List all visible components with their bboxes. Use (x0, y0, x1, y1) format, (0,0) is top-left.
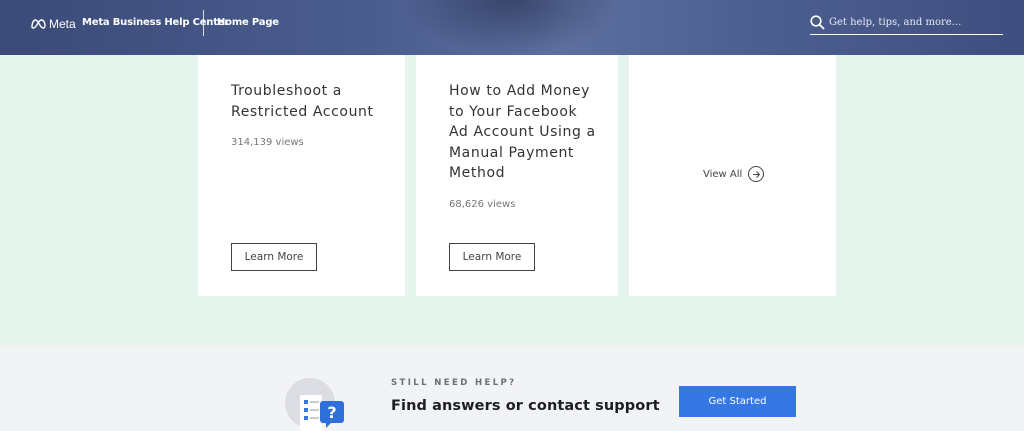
article-views: 68,626 views (449, 199, 516, 210)
learn-more-button[interactable]: Learn More (449, 243, 535, 271)
arrow-right-icon (748, 166, 765, 182)
article-card[interactable]: Troubleshoot a Restricted Account 314,13… (198, 55, 405, 296)
view-all-link[interactable]: View All (703, 166, 765, 182)
search-icon (810, 15, 825, 30)
help-center-title[interactable]: Meta Business Help Center (82, 17, 229, 28)
logo-text: Meta (49, 17, 76, 31)
get-started-button[interactable]: Get Started (679, 386, 796, 417)
view-all-card: View All (629, 55, 836, 296)
support-illustration-icon: ? (285, 378, 344, 431)
help-eyebrow: STILL NEED HELP? (391, 378, 517, 388)
meta-logo[interactable]: Meta (30, 17, 76, 31)
search-input[interactable] (829, 17, 999, 28)
article-card[interactable]: How to Add Money to Your Facebook Ad Acc… (416, 55, 618, 296)
article-views: 314,139 views (231, 137, 304, 148)
svg-text:?: ? (327, 403, 336, 422)
search-bar (810, 11, 1003, 35)
home-page-link[interactable]: Home Page (217, 17, 279, 28)
meta-infinity-icon (31, 19, 46, 29)
top-nav-bar: Meta Meta Business Help Center Home Page (0, 0, 1024, 55)
article-title[interactable]: Troubleshoot a Restricted Account (231, 81, 381, 122)
view-all-label: View All (703, 168, 743, 180)
article-title[interactable]: How to Add Money to Your Facebook Ad Acc… (449, 81, 599, 184)
learn-more-button[interactable]: Learn More (231, 243, 317, 271)
nav-divider (203, 10, 204, 36)
help-title: Find answers or contact support (391, 398, 660, 414)
still-need-help-section: ? STILL NEED HELP? Find answers or conta… (0, 345, 1024, 431)
